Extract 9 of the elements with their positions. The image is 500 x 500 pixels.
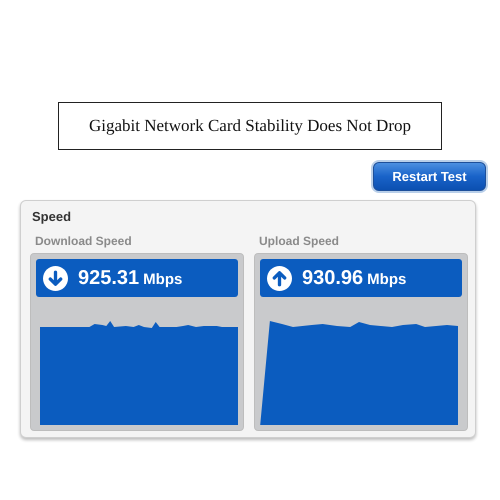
panel-title: Speed	[32, 209, 72, 224]
gauge-label: Download Speed	[35, 234, 132, 248]
restart-test-button[interactable]: Restart Test	[373, 162, 486, 191]
speed-unit: Mbps	[367, 271, 406, 288]
gauge-label: Upload Speed	[259, 234, 340, 248]
caption-box: Gigabit Network Card Stability Does Not Drop	[58, 102, 442, 150]
speed-unit: Mbps	[143, 271, 182, 288]
speed-value: 930.96	[302, 266, 364, 290]
speed-value: 925.31	[78, 266, 140, 290]
